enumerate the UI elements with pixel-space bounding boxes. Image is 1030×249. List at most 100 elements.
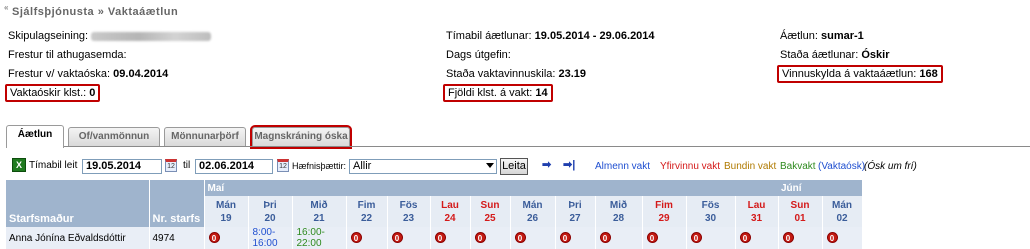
day-header: Fim 29 [642,196,687,227]
day-dow: Fim [357,199,376,211]
no-shift-icon[interactable]: 0 [826,232,838,243]
tab-bar: Áætlun Of/vanmönnun Mönnunarþörf Magnskr… [6,125,1030,149]
calendar-icon[interactable]: 12 [277,159,289,172]
schedule-cell[interactable]: 0 [510,227,556,249]
no-shift-icon[interactable]: 0 [208,232,220,243]
schedule-cell[interactable]: 0 [642,227,687,249]
schedule-cell[interactable]: 0 [595,227,643,249]
skills-select[interactable]: Allir [349,159,497,174]
schedule-cell[interactable]: 0 [470,227,511,249]
schedule-cell[interactable]: 0 [204,227,249,249]
day-dow: Þri [568,199,582,211]
tab-of-vanmonnun[interactable]: Of/vanmönnun [68,127,160,147]
info-vaktaoskir-klst: Vaktaóskir klst.: 0 [5,84,101,102]
schedule-cell[interactable]: 0 [822,227,863,249]
no-shift-icon[interactable]: 0 [782,232,794,243]
info-value: 14 [535,87,548,99]
day-header: Mið 21 [292,196,347,227]
tab-monnunarthorf[interactable]: Mönnunarþörf [164,127,246,147]
info-value: 19.05.2014 - 29.06.2014 [534,30,655,42]
day-date: 28 [612,212,625,224]
info-label: Vaktaóskir klst.: [10,87,87,99]
day-date: 25 [484,212,496,224]
schedule-cell[interactable]: 0 [778,227,823,249]
calendar-icon[interactable]: 12 [165,159,177,172]
search-button[interactable]: Leita [500,158,528,175]
day-dow: Fös [399,199,418,211]
schedule-cell[interactable]: 0 [735,227,779,249]
to-date-input[interactable]: 02.06.2014 [195,159,273,174]
day-header: Mán 02 [822,196,863,227]
back-icon[interactable]: « [4,3,9,12]
tab-magnskraning-oska[interactable]: Magnskráning óska [250,125,352,149]
legend-almenn-vakt: Almenn vakt [595,161,651,172]
no-shift-icon[interactable]: 0 [739,232,751,243]
no-shift-icon[interactable]: 0 [350,232,362,243]
no-shift-icon[interactable]: 0 [434,232,446,243]
tab-aaetlun[interactable]: Áætlun [6,125,64,148]
day-date: 26 [526,212,539,224]
day-header: Fim 22 [346,196,388,227]
no-shift-icon[interactable]: 0 [474,232,486,243]
schedule-cell[interactable]: 16:00-22:00 [292,227,347,249]
day-dow: Mán [522,199,543,211]
schedule-cell[interactable]: 0 [686,227,736,249]
info-dags-utgefin: Dags útgefin: [446,49,511,61]
day-header: Mán 19 [204,196,249,227]
info-label: Áætlun: [780,30,818,42]
day-dow: Fös [701,199,720,211]
day-dow: Mán [216,199,236,211]
no-shift-icon[interactable]: 0 [559,232,571,243]
info-value: Óskir [861,49,890,61]
day-date: 30 [704,212,717,224]
day-dow: Sun [480,199,500,211]
info-label: Staða áætlunar: [780,49,859,61]
day-header: Lau 24 [430,196,471,227]
info-label: Vinnuskylda á vaktaáætlun: [782,68,917,80]
day-header: Mán 26 [510,196,556,227]
info-value: 168 [919,68,938,80]
schedule-cell[interactable]: 0 [346,227,388,249]
legend-yfirvinnu-vakt: Yfirvinnu vakt [660,161,721,172]
excel-export-icon[interactable]: X [12,158,26,172]
staff-name[interactable]: Anna Jónína Eðvaldsdóttir [6,227,150,249]
day-dow: Lau [747,199,766,211]
no-shift-icon[interactable]: 0 [646,232,658,243]
legend-bundin-vakt: Bundin vakt [724,161,777,172]
no-shift-icon[interactable]: 0 [690,232,702,243]
schedule-cell[interactable]: 0 [555,227,596,249]
day-date: 31 [750,212,763,224]
info-label: Frestur til athugasemda: [8,49,127,61]
day-header: Þri 27 [555,196,596,227]
info-label: Staða vaktavinnuskila: [446,68,556,80]
staff-nr: 4974 [149,227,205,249]
shift-entry[interactable]: 16:00-22:00 [297,227,325,249]
next-arrow-icon[interactable]: ➡ [542,158,551,171]
day-header: Sun 25 [470,196,511,227]
info-value: 23.19 [558,68,587,80]
day-header: Þri 20 [248,196,293,227]
schedule-cell[interactable]: 0 [430,227,471,249]
no-shift-icon[interactable]: 0 [514,232,526,243]
schedule-cell[interactable]: 0 [387,227,431,249]
info-value: sumar-1 [820,30,864,42]
info-stada-vaktavinnuskila: Staða vaktavinnuskila: 23.19 [446,68,586,80]
info-vinnuskylda: Vinnuskylda á vaktaáætlun: 168 [777,65,943,83]
no-shift-icon[interactable]: 0 [391,232,403,243]
day-date: 29 [658,212,670,224]
day-date: 19 [220,212,232,224]
info-value: 09.04.2014 [113,68,169,80]
legend-bakvakt: Bakvakt [780,161,816,172]
no-shift-icon[interactable]: 0 [599,232,611,243]
breadcrumb-text[interactable]: Sjálfsþjónusta » Vaktaáætlun [4,6,178,18]
info-stada-aaetlunar: Staða áætlunar: Óskir [780,49,889,61]
last-arrow-icon[interactable]: ➡| [563,158,575,171]
info-skipulagseining: Skipulagseining: [8,30,212,42]
day-date: 20 [264,212,276,224]
day-date: 01 [794,212,806,224]
schedule-cell[interactable]: 8:00-16:00 [248,227,293,249]
shift-entry[interactable]: 8:00-16:00 [253,227,278,249]
to-label: til [183,160,191,171]
from-date-input[interactable]: 19.05.2014 [82,159,162,174]
info-label: Dags útgefin: [446,49,511,61]
